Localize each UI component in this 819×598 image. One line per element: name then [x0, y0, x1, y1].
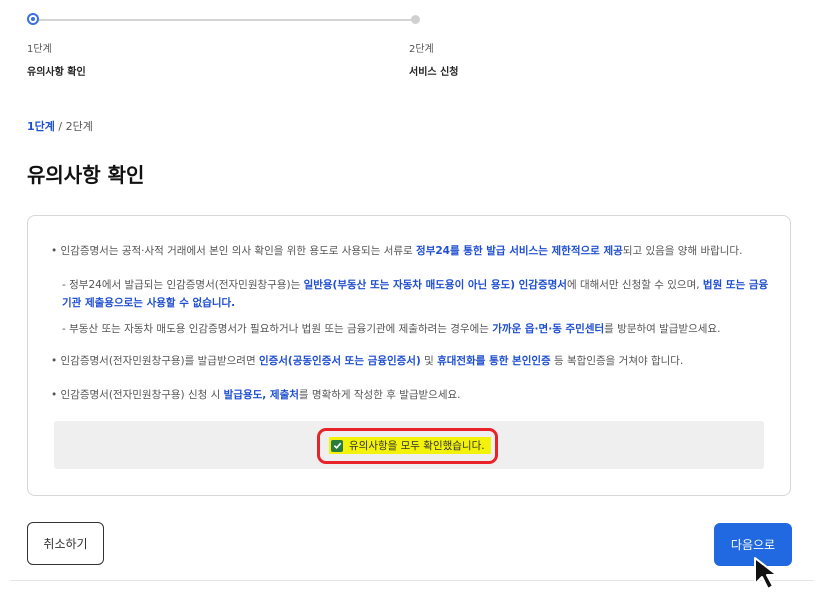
breadcrumb-next: 2단계	[65, 120, 93, 133]
notice-emphasis: 가까운 읍·면·동 주민센터	[492, 323, 605, 335]
checkmark-icon	[331, 439, 343, 452]
notice-emphasis: 일반용(부동산 또는 자동차 매도용이 아닌 용도) 인감증명서	[303, 279, 567, 291]
notice-item-1: • 인감증명서는 공적·사적 거래에서 본인 의사 확인을 위한 용도로 사용되…	[51, 245, 743, 257]
mouse-cursor-icon	[754, 557, 778, 590]
step-2-name: 서비스 신청	[409, 67, 459, 78]
confirm-checkbox[interactable]: 유의사항을 모두 확인했습니다.	[329, 437, 491, 454]
step-1-name: 유의사항 확인	[27, 67, 86, 78]
step-2-number: 2단계	[409, 44, 434, 55]
breadcrumb: 1단계 / 2단계	[27, 118, 93, 134]
notice-item-2: • 인감증명서(전자민원창구용)를 발급받으려면 인증서(공동인증서 또는 금융…	[51, 355, 684, 367]
notice-emphasis: 정부24를 통한 발급 서비스는 제한적으로 제공	[416, 245, 623, 257]
notice-item-3: • 인감증명서(전자민원창구용) 신청 시 발급용도, 제출처를 명확하게 작성…	[51, 389, 461, 401]
notice-emphasis: 휴대전화를 통한 본인인증	[437, 355, 551, 367]
breadcrumb-current: 1단계	[27, 120, 55, 133]
step-1-indicator	[27, 13, 39, 25]
breadcrumb-separator: /	[54, 120, 66, 133]
confirm-label: 유의사항을 모두 확인했습니다.	[349, 440, 485, 452]
stepper-track	[33, 19, 416, 21]
notice-emphasis: 인증서(공동인증서 또는 금융인증서)	[258, 355, 421, 367]
footer-divider	[10, 580, 814, 581]
step-1-number: 1단계	[27, 44, 52, 55]
notice-emphasis: 발급용도, 제출처	[223, 389, 299, 401]
step-2-indicator	[411, 15, 420, 24]
cancel-button[interactable]: 취소하기	[27, 522, 104, 565]
notice-subitem-1: - 정부24에서 발급되는 인감증명서(전자민원창구용)는 일반용(부동산 또는…	[62, 279, 769, 309]
notice-subitem-2: - 부동산 또는 자동차 매도용 인감증명서가 필요하거나 법원 또는 금융기관…	[62, 323, 721, 335]
page-title: 유의사항 확인	[27, 163, 145, 187]
